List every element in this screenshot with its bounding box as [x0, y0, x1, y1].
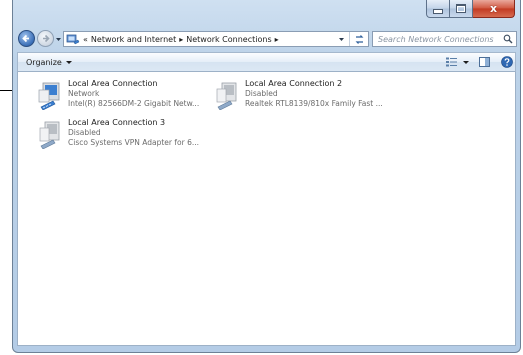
preview-pane-icon[interactable] [479, 57, 490, 67]
forward-arrow-icon [43, 34, 50, 43]
chevron-down-icon [65, 60, 72, 64]
connection-name: Local Area Connection 2 [245, 79, 343, 88]
title-bar: x [13, 0, 520, 27]
view-options-dropdown-icon[interactable] [463, 60, 469, 65]
connection-name: Local Area Connection [68, 79, 158, 88]
connection-status: Disabled [245, 89, 278, 98]
explorer-window: x « Network and Internet ▸ Network Conne… [12, 0, 521, 353]
breadcrumb-network-and-internet[interactable]: Network and Internet [91, 35, 176, 44]
forward-button[interactable] [37, 30, 54, 47]
search-box[interactable] [372, 31, 517, 47]
search-input[interactable] [373, 32, 503, 46]
connection-text: Local Area Connection 3 Disabled Cisco S… [68, 118, 207, 148]
breadcrumb-separator-icon[interactable]: ▸ [275, 35, 279, 44]
breadcrumb-overflow[interactable]: « [83, 35, 88, 44]
maximize-button[interactable] [450, 0, 473, 18]
network-adapter-disabled-icon [39, 121, 60, 149]
breadcrumb-network-connections[interactable]: Network Connections [186, 35, 271, 44]
minimize-icon [433, 9, 443, 14]
minimize-button[interactable] [426, 0, 450, 18]
connection-status: Disabled [68, 128, 101, 137]
connection-device: Realtek RTL8139/810x Family Fast ... [245, 99, 383, 108]
back-arrow-icon [22, 34, 29, 43]
organize-button[interactable]: Organize [26, 56, 72, 68]
connection-item-local-area-connection-2[interactable]: Local Area Connection 2 Disabled Realtek… [214, 78, 384, 118]
breadcrumb-separator-icon[interactable]: ▸ [179, 35, 183, 44]
close-button[interactable]: x [473, 0, 515, 18]
connection-device: Cisco Systems VPN Adapter for 6... [68, 138, 199, 147]
close-icon: x [489, 2, 498, 15]
refresh-button[interactable] [349, 32, 368, 46]
navigation-row: « Network and Internet ▸ Network Connect… [13, 28, 520, 50]
connection-item-local-area-connection[interactable]: Local Area Connection Network Intel(R) 8… [37, 78, 207, 118]
address-history-dropdown-icon[interactable] [338, 36, 345, 43]
connection-text: Local Area Connection 2 Disabled Realtek… [245, 79, 384, 109]
connection-item-local-area-connection-3[interactable]: Local Area Connection 3 Disabled Cisco S… [37, 117, 207, 157]
connection-device: Intel(R) 82566DM-2 Gigabit Netw... [68, 99, 200, 108]
search-icon[interactable] [503, 34, 513, 44]
recent-pages-dropdown-icon[interactable] [55, 36, 62, 43]
connection-name: Local Area Connection 3 [68, 118, 166, 127]
network-adapter-disabled-icon [216, 82, 237, 110]
connection-text: Local Area Connection Network Intel(R) 8… [68, 79, 207, 109]
address-bar[interactable]: « Network and Internet ▸ Network Connect… [63, 31, 369, 47]
command-bar: Organize [17, 52, 516, 72]
change-view-icon[interactable] [446, 57, 457, 67]
help-icon[interactable] [501, 56, 513, 68]
network-adapter-icon [38, 82, 60, 110]
network-connections-folder-icon [66, 34, 80, 45]
maximize-icon [456, 4, 466, 13]
connections-list: Local Area Connection Network Intel(R) 8… [17, 72, 516, 346]
back-button[interactable] [18, 30, 35, 47]
connection-status: Network [68, 89, 100, 98]
organize-label: Organize [26, 57, 62, 67]
caption-buttons: x [426, 0, 515, 19]
refresh-icon [355, 34, 363, 44]
